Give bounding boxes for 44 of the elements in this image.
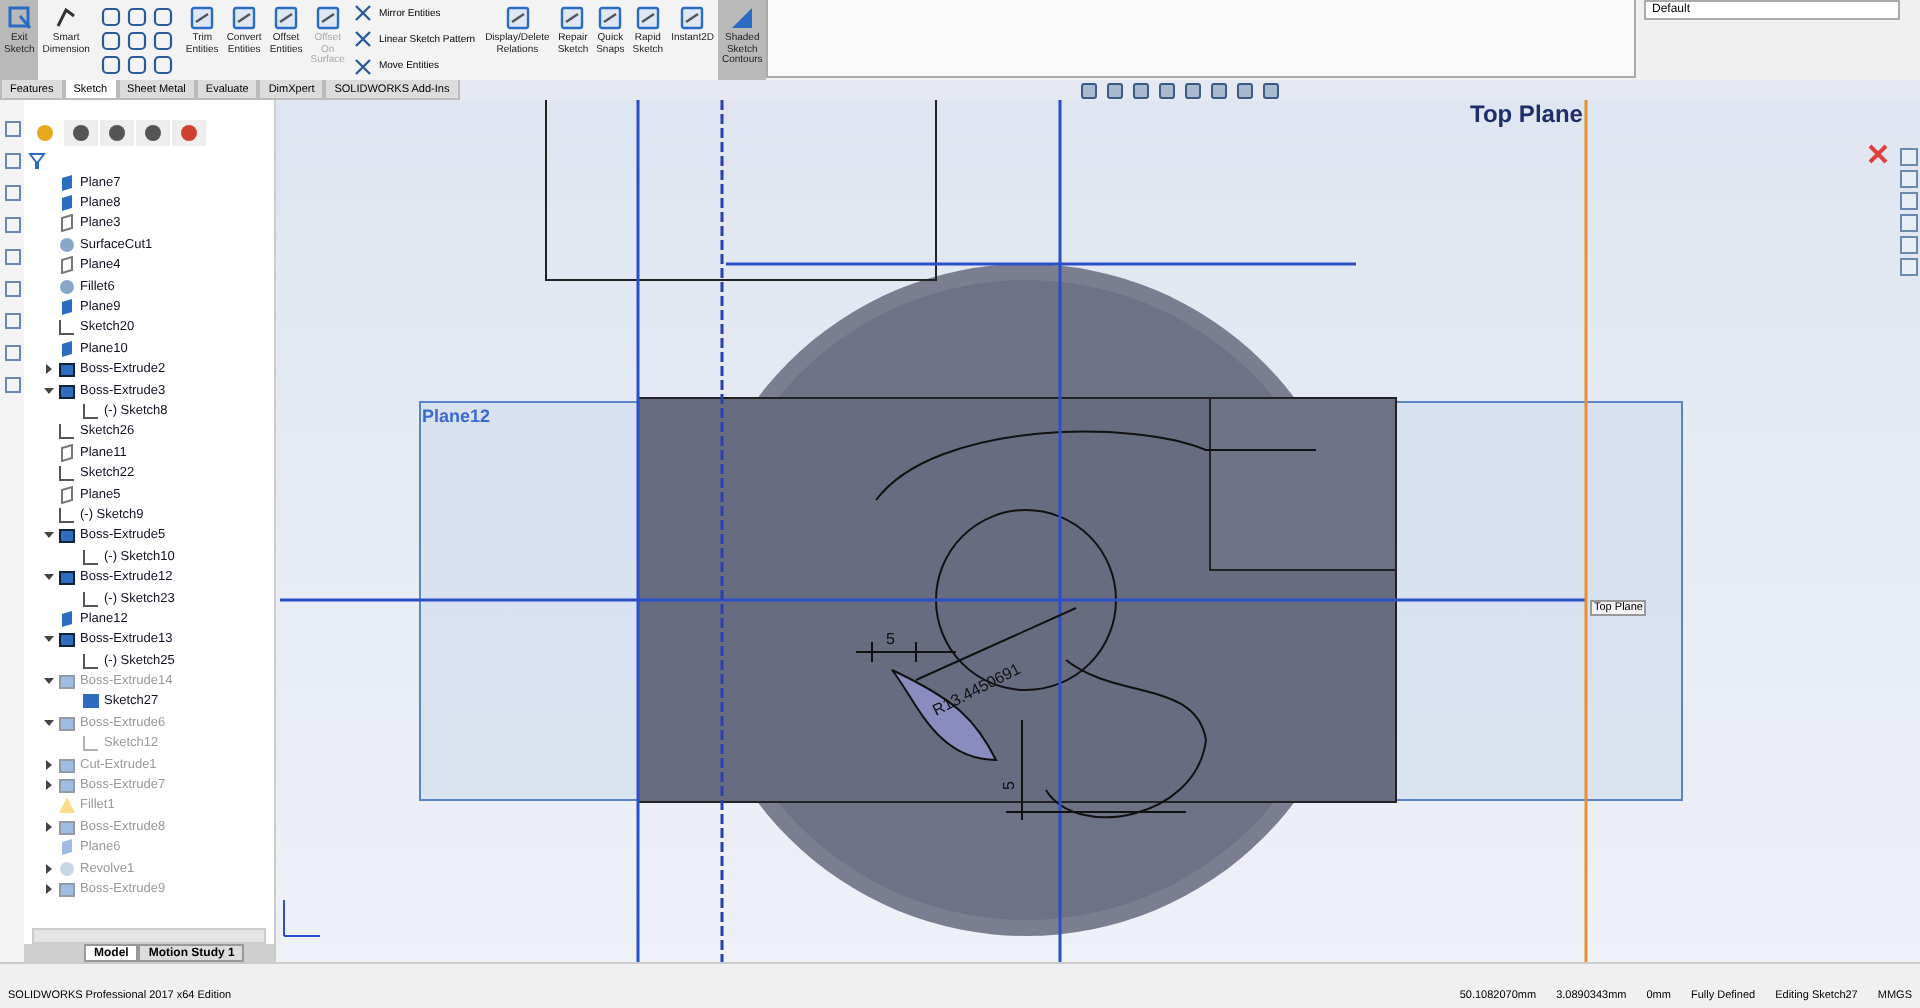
- dimension-label: 5: [886, 630, 895, 648]
- dimension-label: 5: [1000, 781, 1018, 790]
- plane-icon: [58, 298, 76, 317]
- sketch-icon: [82, 651, 100, 670]
- collapse-caret-icon[interactable]: [44, 530, 54, 541]
- shaded-contour-icon: [728, 4, 757, 32]
- plane-icon: [58, 838, 76, 857]
- collapse-caret-icon[interactable]: [44, 634, 54, 645]
- warning-icon: [58, 796, 76, 815]
- expand-caret-icon[interactable]: [44, 780, 54, 791]
- sketch-icon: [82, 692, 100, 711]
- plane-outline-icon: [58, 256, 76, 275]
- sketch-icon: [82, 547, 100, 566]
- sketch-icon: [58, 505, 76, 524]
- collapse-caret-icon[interactable]: [44, 572, 54, 583]
- collapse-caret-icon[interactable]: [44, 676, 54, 687]
- expand-caret-icon[interactable]: [44, 759, 54, 770]
- plane-icon: [58, 339, 76, 358]
- collapse-caret-icon[interactable]: [44, 717, 54, 728]
- plane-outline-icon: [58, 485, 76, 504]
- exit-sketch-icon: [5, 4, 34, 32]
- extrude-icon: [58, 672, 76, 691]
- sketch-icon: [58, 318, 76, 337]
- sketch-icon: [82, 589, 100, 607]
- expand-caret-icon[interactable]: [44, 883, 54, 894]
- expand-caret-icon[interactable]: [44, 364, 54, 375]
- collapse-caret-icon[interactable]: [44, 385, 54, 396]
- sketch-icon: [58, 464, 76, 483]
- horizontal-scrollbar[interactable]: [32, 928, 266, 944]
- close-icon[interactable]: [1868, 144, 1888, 164]
- extrude-icon: [58, 879, 76, 898]
- extrude-icon: [58, 526, 76, 545]
- triad-icon: [283, 899, 321, 937]
- filter-icon[interactable]: [28, 152, 46, 170]
- expand-caret-icon[interactable]: [44, 863, 54, 874]
- expand-caret-icon[interactable]: [44, 821, 54, 832]
- extrude-icon: [58, 568, 76, 587]
- plane-outline-icon: [58, 443, 76, 462]
- plane-icon: [58, 609, 76, 628]
- plane-outline-icon: [58, 214, 76, 233]
- sketch-icon: [82, 734, 100, 753]
- extrude-icon: [58, 713, 76, 732]
- view-orientation-label: Top Plane: [1470, 100, 1583, 128]
- plane-label: Plane12: [422, 406, 491, 426]
